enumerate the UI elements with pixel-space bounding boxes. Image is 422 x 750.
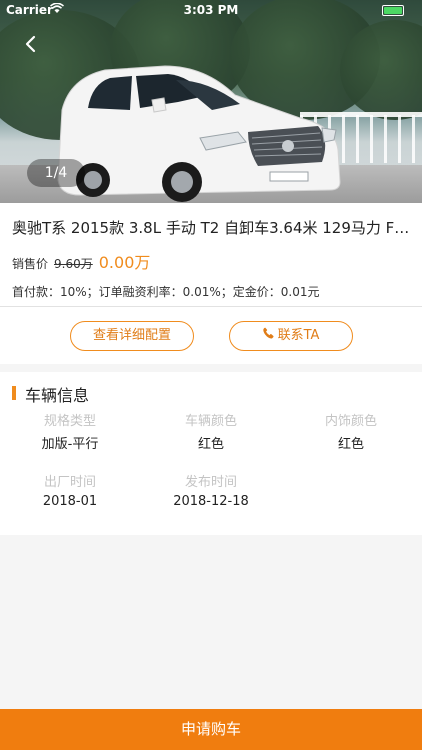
- spec-value: 2018-12-18: [173, 494, 249, 509]
- view-config-button[interactable]: 查看详细配置: [70, 321, 194, 351]
- view-config-label: 查看详细配置: [92, 328, 171, 343]
- apply-purchase-label: 申请购车: [180, 720, 241, 738]
- spec-label: 发布时间: [184, 475, 237, 490]
- spec-label: 内饰颜色: [324, 414, 377, 429]
- spec-value: 红色: [337, 437, 364, 452]
- original-price: 9.60万: [54, 257, 93, 271]
- spec-type: 规格类型 加版-平行: [5, 410, 135, 452]
- spec-value: 2018-01: [42, 494, 98, 509]
- section-accent-bar: [12, 386, 16, 400]
- vehicle-info-section: 车辆信息 规格类型 加版-平行 车辆颜色 红色 内饰颜色 红色 出厂时间 201…: [0, 372, 422, 535]
- contact-button[interactable]: 联系TA: [229, 321, 353, 351]
- sale-price: 0.00万: [98, 253, 151, 272]
- spec-label: 车辆颜色: [184, 414, 237, 429]
- price-row: 销售价 9.60万 0.00万: [12, 249, 151, 272]
- section-heading: 车辆信息: [25, 386, 90, 405]
- apply-purchase-button[interactable]: 申请购车: [0, 709, 422, 750]
- contact-label: 联系TA: [277, 328, 320, 343]
- back-chevron-icon[interactable]: [20, 33, 42, 55]
- status-time: 3:03 PM: [183, 3, 239, 17]
- spec-manufacture-date: 出厂时间 2018-01: [5, 471, 135, 509]
- spec-value: 红色: [197, 437, 224, 452]
- listing-title: 奥驰T系 2015款 3.8L 手动 T2 自卸车3.64米 129马力 FD3…: [12, 219, 410, 237]
- spec-publish-date: 发布时间 2018-12-18: [146, 471, 276, 509]
- status-bar: Carrier 3:03 PM: [0, 0, 422, 20]
- phone-icon: [262, 322, 274, 350]
- listing-summary: 奥驰T系 2015款 3.8L 手动 T2 自卸车3.64米 129马力 FD3…: [0, 203, 422, 307]
- spec-body-color: 车辆颜色 红色: [146, 410, 276, 452]
- financing-terms: 首付款：10%；订单融资利率：0.01%；定金价：0.01元: [12, 285, 320, 299]
- battery-icon: [382, 5, 404, 16]
- spec-interior-color: 内饰颜色 红色: [286, 410, 416, 452]
- price-label: 销售价: [12, 257, 49, 271]
- gallery-counter: 1/4: [27, 159, 85, 187]
- spec-label: 出厂时间: [43, 475, 96, 490]
- spec-value: 加版-平行: [41, 437, 99, 452]
- spec-label: 规格类型: [43, 414, 96, 429]
- action-bar: 查看详细配置 联系TA: [0, 307, 422, 364]
